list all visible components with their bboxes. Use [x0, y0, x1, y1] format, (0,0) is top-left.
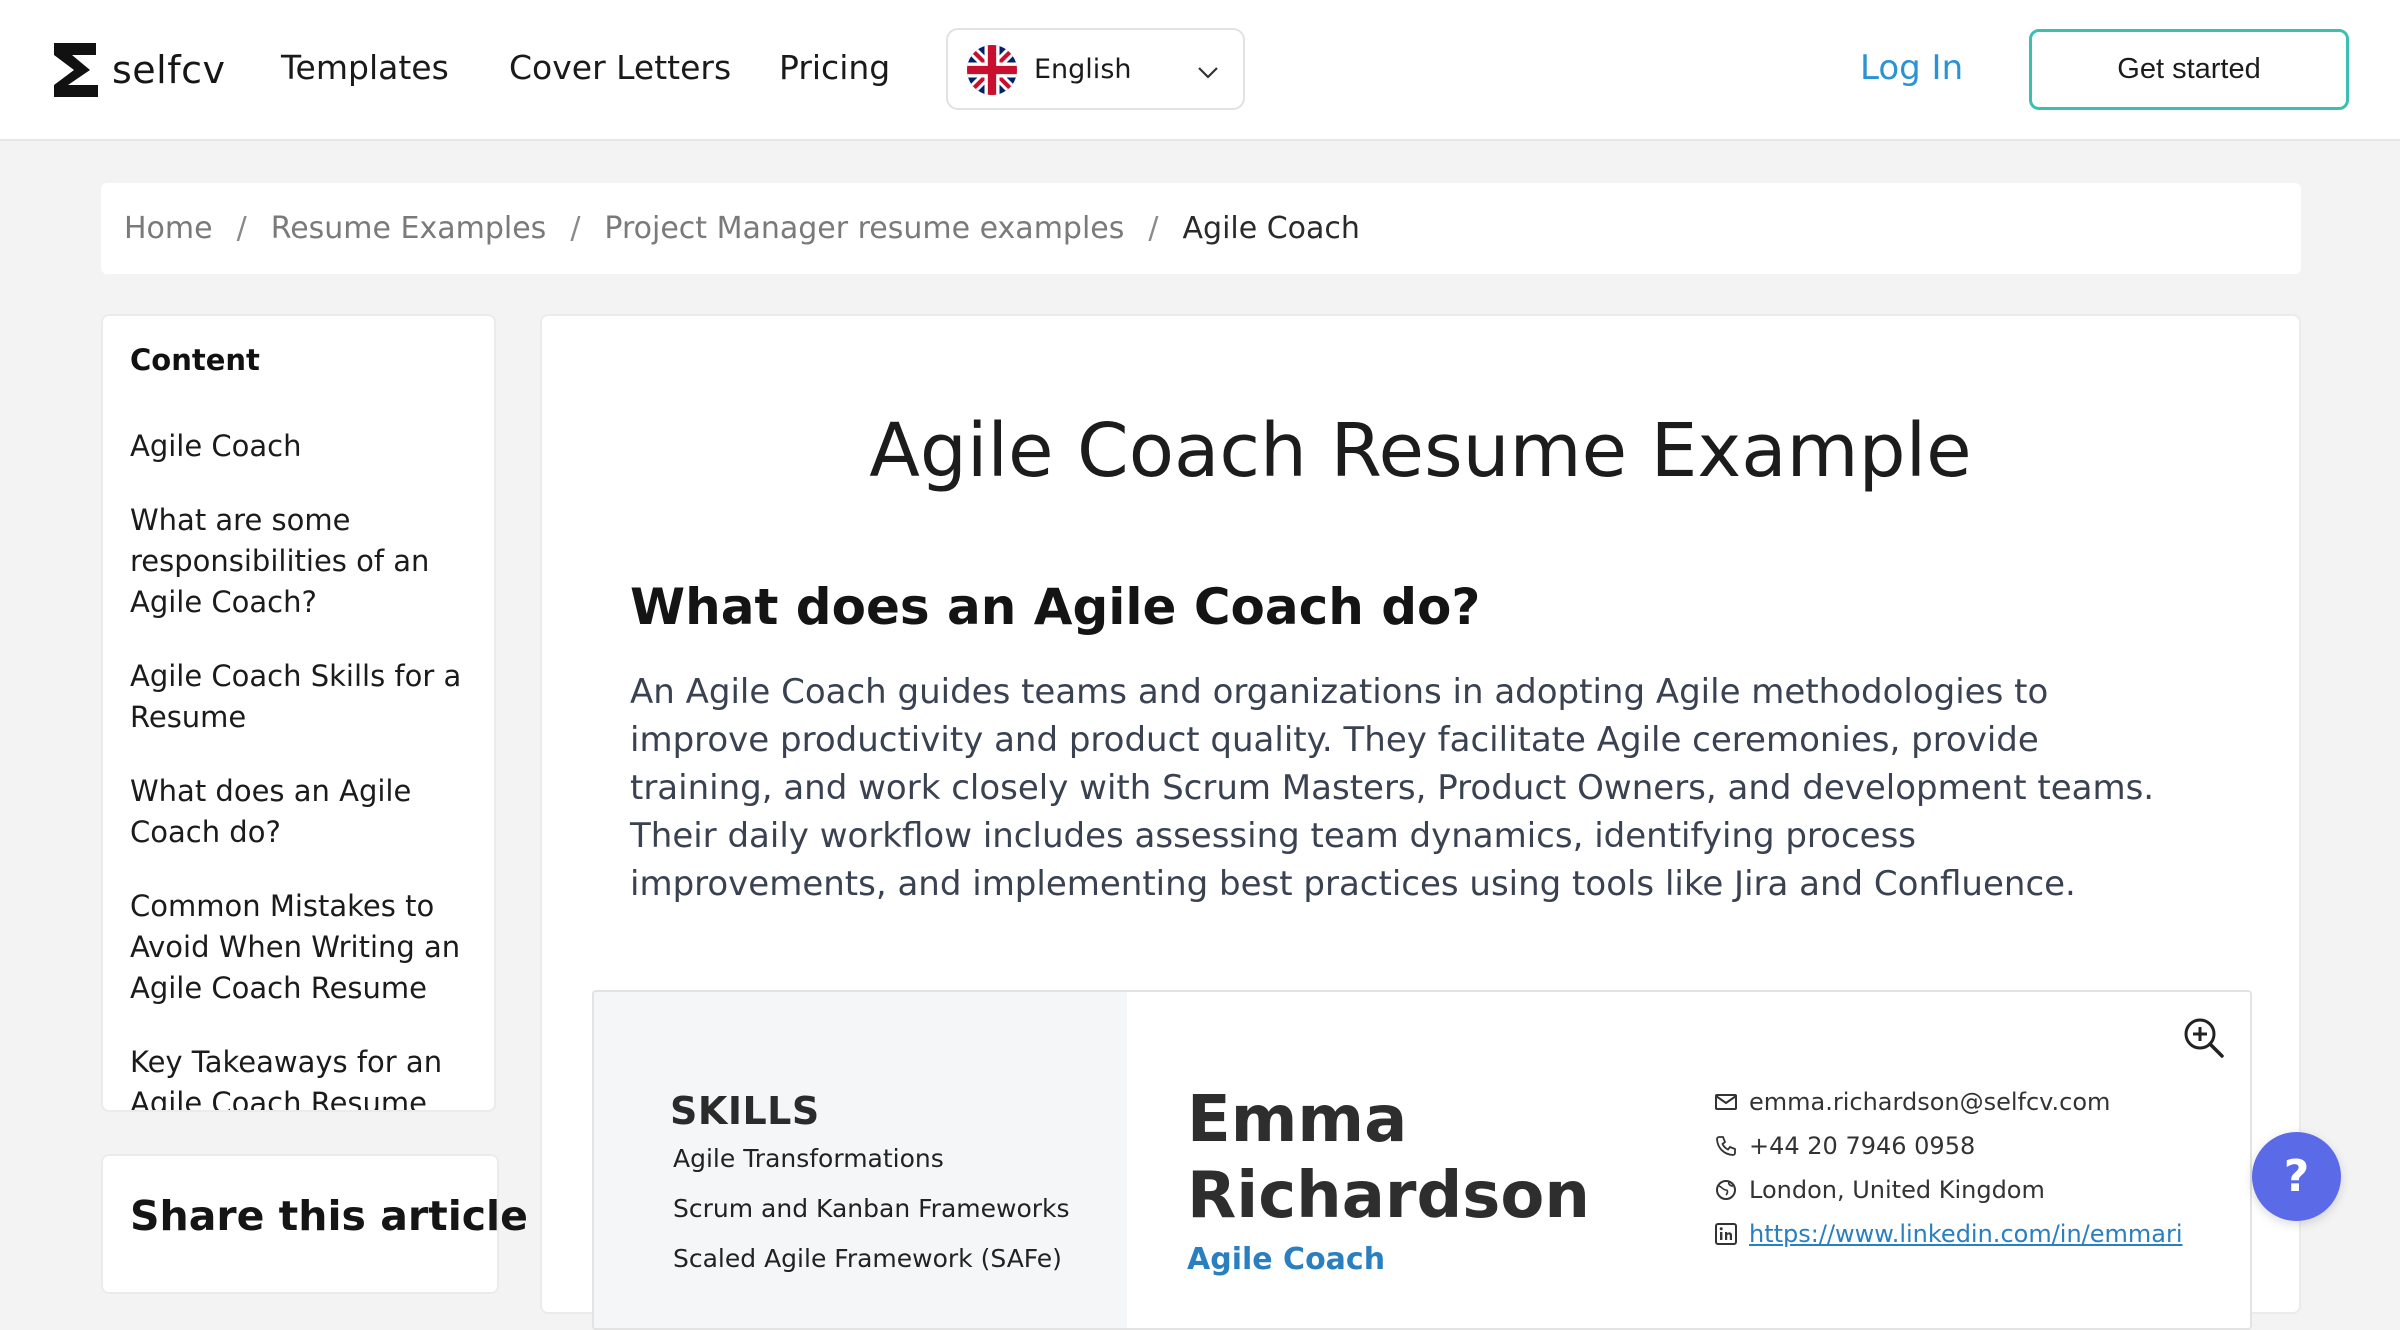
skills-title: SKILLS: [670, 1089, 820, 1133]
contact-phone: +44 20 7946 0958: [1714, 1132, 1975, 1160]
chevron-down-icon: [1198, 67, 1218, 79]
email-text: emma.richardson@selfcv.com: [1749, 1088, 2111, 1116]
contact-linkedin: https://www.linkedin.com/in/emmari: [1714, 1220, 2183, 1248]
breadcrumb-current: Agile Coach: [1182, 211, 1360, 246]
skill-item: Agile Transformations: [673, 1144, 944, 1173]
resume-name: Emma Richardson: [1187, 1082, 1590, 1234]
toc-title: Content: [130, 343, 260, 377]
table-of-contents: Content Agile Coach What are some respon…: [101, 314, 496, 1112]
nav-templates[interactable]: Templates: [281, 48, 449, 87]
breadcrumb-home[interactable]: Home: [124, 211, 213, 246]
login-link[interactable]: Log In: [1860, 48, 1963, 88]
resume-first-name: Emma: [1187, 1083, 1408, 1157]
get-started-button[interactable]: Get started: [2029, 29, 2349, 110]
share-panel: Share this article: [101, 1154, 528, 1294]
toc-list: Agile Coach What are some responsibiliti…: [130, 426, 470, 1110]
globe-icon: [1716, 1180, 1736, 1200]
help-icon: ?: [2283, 1151, 2310, 1202]
phone-icon: [1716, 1136, 1736, 1156]
section-heading: What does an Agile Coach do?: [630, 578, 1481, 636]
breadcrumb-resume-examples[interactable]: Resume Examples: [271, 211, 547, 246]
breadcrumb: Home / Resume Examples / Project Manager…: [101, 183, 2301, 274]
contact-email: emma.richardson@selfcv.com: [1714, 1088, 2110, 1116]
mail-icon: [1715, 1094, 1737, 1110]
help-button[interactable]: ?: [2252, 1132, 2341, 1221]
uk-flag-icon: [967, 45, 1017, 95]
nav-pricing[interactable]: Pricing: [779, 48, 890, 87]
breadcrumb-separator: /: [570, 211, 581, 246]
section-body: An Agile Coach guides teams and organiza…: [630, 672, 2155, 904]
breadcrumb-separator: /: [236, 211, 247, 246]
linkedin-link[interactable]: https://www.linkedin.com/in/emmari: [1749, 1220, 2183, 1248]
linkedin-icon: [1715, 1223, 1737, 1245]
zoom-in-icon[interactable]: [2182, 1016, 2226, 1060]
phone-text: +44 20 7946 0958: [1749, 1132, 1976, 1160]
resume-last-name: Richardson: [1187, 1159, 1590, 1233]
contact-location: London, United Kingdom: [1714, 1176, 2045, 1204]
nav-cover-letters[interactable]: Cover Letters: [509, 48, 731, 87]
breadcrumb-project-manager[interactable]: Project Manager resume examples: [604, 211, 1124, 246]
site-header: selfcv Templates Cover Letters Pricing E…: [0, 0, 2400, 141]
page-title: Agile Coach Resume Example: [869, 408, 1972, 494]
location-text: London, United Kingdom: [1749, 1176, 2045, 1204]
brand-logo[interactable]: selfcv: [50, 40, 226, 100]
toc-item-key-takeaways[interactable]: Key Takeaways for an Agile Coach Resume: [130, 1042, 470, 1110]
breadcrumb-separator: /: [1148, 211, 1159, 246]
language-selector[interactable]: English: [946, 28, 1245, 110]
toc-item-agile-coach[interactable]: Agile Coach: [130, 426, 470, 467]
toc-item-what-does[interactable]: What does an Agile Coach do?: [130, 771, 470, 853]
toc-item-responsibilities[interactable]: What are some responsibilities of an Agi…: [130, 500, 470, 623]
toc-item-common-mistakes[interactable]: Common Mistakes to Avoid When Writing an…: [130, 886, 470, 1009]
language-label: English: [1034, 54, 1132, 85]
selfcv-logo-icon: [54, 43, 98, 97]
article-content: Agile Coach Resume Example What does an …: [540, 314, 2301, 1330]
brand-name: selfcv: [112, 48, 226, 92]
skill-item: Scrum and Kanban Frameworks: [673, 1194, 1070, 1223]
resume-preview[interactable]: SKILLS Agile Transformations Scrum and K…: [592, 990, 2252, 1330]
share-title: Share this article: [130, 1192, 528, 1240]
resume-sidebar: SKILLS Agile Transformations Scrum and K…: [594, 992, 1127, 1328]
toc-item-skills[interactable]: Agile Coach Skills for a Resume: [130, 656, 470, 738]
skill-item: Scaled Agile Framework (SAFe): [673, 1244, 1062, 1273]
